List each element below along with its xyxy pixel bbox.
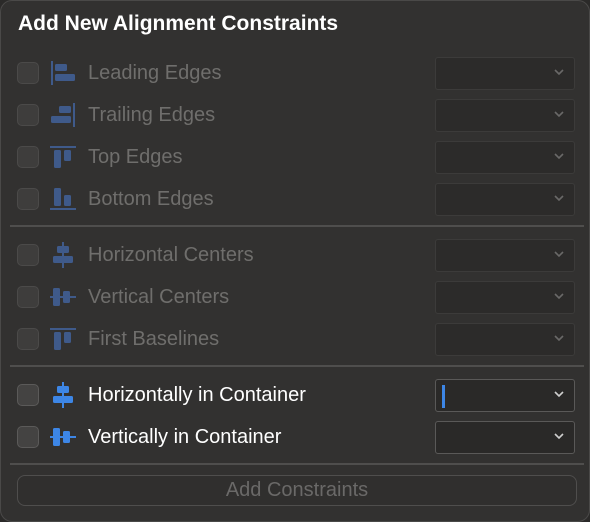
top-edges-checkbox[interactable] (17, 146, 39, 168)
leading-edges-label: Leading Edges (88, 62, 222, 84)
horizontally-in-container-checkbox[interactable] (17, 384, 39, 406)
group-separator (10, 225, 584, 227)
panel-title: Add New Alignment Constraints (18, 12, 339, 35)
leading-edges-checkbox[interactable] (17, 62, 39, 84)
constraint-row-first-baselines: First Baselines (1, 319, 590, 361)
top-edges-label: Top Edges (88, 146, 183, 168)
trailing-edges-offset-select[interactable] (435, 99, 575, 132)
chevron-down-icon (554, 251, 564, 258)
bottom-edges-icon (50, 188, 76, 210)
trailing-edges-checkbox[interactable] (17, 104, 39, 126)
horizontally-in-container-offset-select[interactable] (435, 379, 575, 412)
constraint-row-leading-edges: Leading Edges (1, 53, 590, 95)
alignment-constraints-panel: Add New Alignment Constraints Leading Ed… (0, 0, 590, 522)
vertical-centers-label: Vertical Centers (88, 286, 230, 308)
chevron-down-icon (554, 433, 564, 440)
leading-edges-icon (51, 61, 75, 85)
first-baselines-label: First Baselines (88, 328, 220, 350)
group-separator (10, 365, 584, 367)
vertical-centers-offset-select[interactable] (435, 281, 575, 314)
constraint-row-top-edges: Top Edges (1, 137, 590, 179)
vertical-centers-icon (50, 288, 76, 306)
horizontal-centers-checkbox[interactable] (17, 244, 39, 266)
text-cursor (442, 385, 445, 408)
chevron-down-icon (554, 293, 564, 300)
first-baselines-icon (50, 328, 76, 350)
bottom-edges-label: Bottom Edges (88, 188, 214, 210)
horizontally-in-container-label: Horizontally in Container (88, 384, 306, 406)
first-baselines-offset-select[interactable] (435, 323, 575, 356)
chevron-down-icon (554, 391, 564, 398)
bottom-edges-offset-select[interactable] (435, 183, 575, 216)
chevron-down-icon (554, 69, 564, 76)
vertically-in-container-checkbox[interactable] (17, 426, 39, 448)
vertical-centers-checkbox[interactable] (17, 286, 39, 308)
vertically-in-container-label: Vertically in Container (88, 426, 282, 448)
constraint-row-horizontal-centers: Horizontal Centers (1, 235, 590, 277)
chevron-down-icon (554, 111, 564, 118)
first-baselines-checkbox[interactable] (17, 328, 39, 350)
group-separator (10, 463, 584, 465)
leading-edges-offset-select[interactable] (435, 57, 575, 90)
constraint-row-horizontally-in-container: Horizontally in Container (1, 375, 590, 417)
constraint-row-trailing-edges: Trailing Edges (1, 95, 590, 137)
top-edges-icon (50, 146, 76, 168)
add-constraints-button[interactable]: Add Constraints (17, 475, 577, 506)
horizontal-centers-label: Horizontal Centers (88, 244, 254, 266)
constraint-row-vertically-in-container: Vertically in Container (1, 417, 590, 459)
horizontal-centers-offset-select[interactable] (435, 239, 575, 272)
constraint-row-vertical-centers: Vertical Centers (1, 277, 590, 319)
chevron-down-icon (554, 335, 564, 342)
bottom-edges-checkbox[interactable] (17, 188, 39, 210)
chevron-down-icon (554, 195, 564, 202)
trailing-edges-label: Trailing Edges (88, 104, 216, 126)
top-edges-offset-select[interactable] (435, 141, 575, 174)
constraint-row-bottom-edges: Bottom Edges (1, 179, 590, 221)
vertically-in-container-offset-select[interactable] (435, 421, 575, 454)
vertically-in-container-icon (50, 428, 76, 446)
chevron-down-icon (554, 153, 564, 160)
horizontal-centers-icon (53, 242, 73, 268)
horizontally-in-container-icon (53, 382, 73, 408)
trailing-edges-icon (51, 103, 75, 127)
